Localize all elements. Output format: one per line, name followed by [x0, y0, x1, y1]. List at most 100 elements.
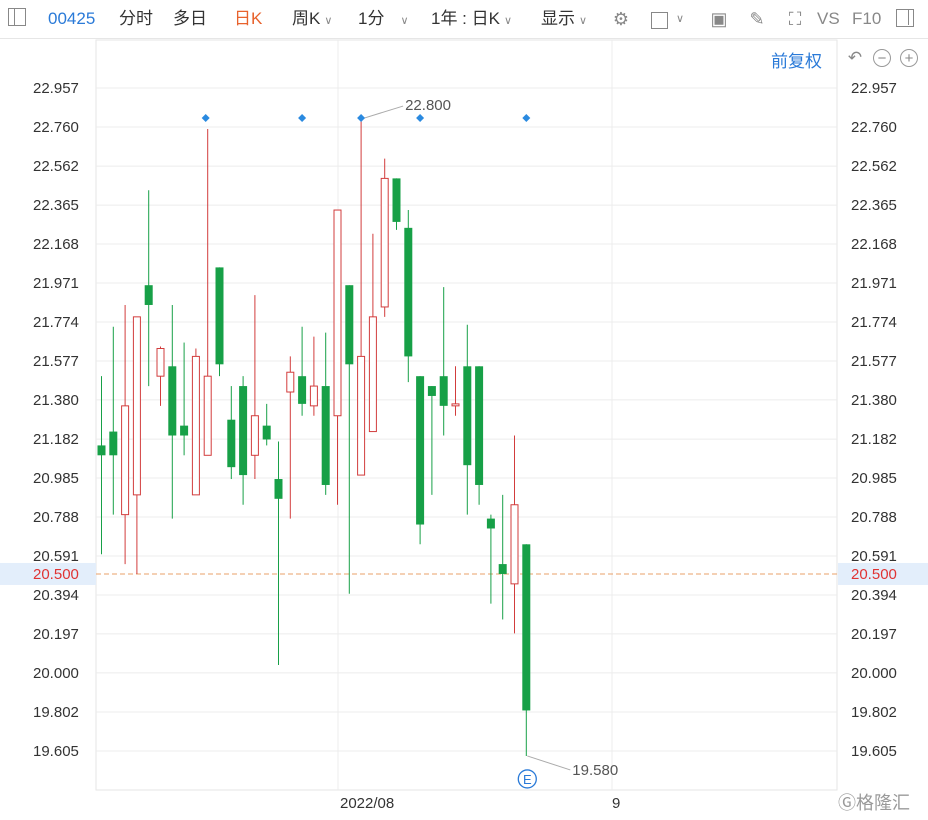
- tab-minute[interactable]: 1分 ∨: [358, 9, 409, 31]
- candle-body-up: [121, 405, 130, 516]
- candlestick-chart[interactable]: 2022/08 9 22.957 22.760 22.562 22.365 22.168 2…: [0, 38, 928, 820]
- annotations: 22.800 19.580 E: [201, 97, 618, 789]
- y-tick-left: 21.971: [33, 275, 79, 292]
- high-leader: [360, 105, 404, 120]
- camera-icon[interactable]: ▣: [708, 8, 730, 30]
- display-menu-label: 显示: [541, 9, 575, 28]
- tab-timeshare[interactable]: 分时: [119, 9, 153, 29]
- y-tick-right: 21.182: [851, 431, 897, 448]
- candle-body-up: [203, 375, 212, 456]
- y-tick-left: 21.182: [33, 431, 79, 448]
- candle-body-down: [168, 366, 177, 436]
- panel-icon[interactable]: [896, 9, 914, 27]
- candle-body-down: [321, 386, 330, 485]
- y-axis-right: 22.957 22.760 22.562 22.365 22.168 21.971 21.7…: [851, 80, 897, 760]
- y-tick-right: 20.985: [851, 470, 897, 487]
- stock-code[interactable]: 00425: [48, 9, 95, 29]
- candle-body-down: [404, 227, 413, 357]
- fullscreen-icon[interactable]: ⛶: [784, 8, 806, 30]
- candle-body-down: [416, 376, 425, 525]
- y-tick-right: 20.788: [851, 509, 897, 526]
- y-tick-left: 21.577: [33, 353, 79, 370]
- y-tick-right: 20.000: [851, 665, 897, 682]
- candle-body-up: [132, 316, 141, 496]
- vs-button[interactable]: VS: [817, 9, 840, 29]
- event-diamond-icon: [522, 114, 531, 122]
- candle-body-down: [498, 564, 507, 574]
- tab-weekly-k[interactable]: 周K ∨: [292, 9, 332, 31]
- y-tick-left: 22.562: [33, 158, 79, 175]
- y-tick-right: 20.394: [851, 587, 897, 604]
- y-tick-right: 22.562: [851, 158, 897, 175]
- event-diamond-icon: [357, 114, 366, 122]
- candles: [97, 119, 531, 756]
- candle-body-down: [262, 425, 271, 440]
- x-label-month: 2022/08: [340, 795, 394, 812]
- candle-body-down: [486, 518, 495, 529]
- low-leader: [527, 755, 571, 771]
- chevron-down-icon: ∨: [579, 15, 588, 27]
- candle-body-up: [309, 385, 318, 407]
- candle-body-down: [427, 386, 436, 396]
- candle-body-up: [333, 209, 342, 417]
- chevron-down-icon: ∨: [324, 15, 333, 27]
- candle-body-down: [475, 366, 484, 485]
- sidebar-icon[interactable]: [8, 8, 26, 26]
- chevron-down-icon[interactable]: ∨: [676, 12, 684, 25]
- tab-weekly-k-label: 周K: [292, 9, 321, 28]
- y-tick-left: 22.168: [33, 236, 79, 253]
- y-tick-left: 22.365: [33, 197, 79, 214]
- gelonghui-watermark: Ⓖ格隆汇: [838, 793, 910, 813]
- candle-body-up: [250, 415, 259, 456]
- y-tick-right: 19.605: [851, 743, 897, 760]
- x-label-day: 9: [612, 795, 620, 812]
- current-price-label-right: 20.500: [851, 566, 897, 583]
- y-tick-right: 22.957: [851, 80, 897, 97]
- gear-icon[interactable]: ⚙: [610, 8, 632, 30]
- tab-multiday[interactable]: 多日: [173, 9, 207, 29]
- y-tick-left: 20.197: [33, 626, 79, 643]
- y-tick-left: 20.985: [33, 470, 79, 487]
- y-tick-left: 20.394: [33, 587, 79, 604]
- candle-body-down: [392, 178, 401, 222]
- candle-body-up: [286, 371, 295, 393]
- candle-body-up: [357, 355, 366, 476]
- event-diamond-icon: [201, 114, 210, 122]
- range-select-label: 1年 : 日K: [431, 9, 500, 28]
- y-tick-left: 21.774: [33, 314, 79, 331]
- tab-daily-k[interactable]: 日K: [234, 9, 262, 29]
- chevron-down-icon: ∨: [400, 15, 409, 27]
- y-tick-right: 21.971: [851, 275, 897, 292]
- square-icon[interactable]: [648, 8, 670, 30]
- candle-body-down: [463, 366, 472, 466]
- f10-button[interactable]: F10: [852, 9, 881, 29]
- y-tick-right: 21.774: [851, 314, 897, 331]
- y-tick-left: 20.591: [33, 548, 79, 565]
- event-diamond-icon: [416, 114, 425, 122]
- candle-body-down: [109, 431, 118, 456]
- chevron-down-icon: ∨: [503, 15, 513, 27]
- display-menu[interactable]: 显示 ∨: [541, 9, 587, 31]
- candle-body-down: [144, 285, 153, 305]
- pen-icon[interactable]: ✎: [746, 8, 768, 30]
- high-annotation: 22.800: [405, 97, 451, 114]
- candle-body-up: [380, 177, 389, 308]
- candle-body-down: [97, 445, 106, 456]
- y-tick-right: 21.380: [851, 392, 897, 409]
- candle-body-down: [274, 479, 283, 499]
- candle-body-up: [368, 316, 377, 433]
- candle-body-down: [298, 376, 307, 404]
- y-axis-left: 22.957 22.760 22.562 22.365 22.168 21.971 21.7…: [33, 80, 79, 760]
- current-price-label-left: 20.500: [33, 566, 79, 583]
- y-tick-right: 21.577: [851, 353, 897, 370]
- y-tick-left: 19.802: [33, 704, 79, 721]
- toolbar: 00425 分时 多日 日K 周K ∨ 1分 ∨ 1年 : 日K ∨ 显示 ∨ ⚙ ∨ …: [0, 0, 928, 39]
- y-tick-left: 22.957: [33, 80, 79, 97]
- y-tick-right: 22.760: [851, 119, 897, 136]
- candle-body-down: [180, 425, 189, 436]
- event-diamond-icon: [298, 114, 307, 122]
- candle-body-up: [191, 355, 200, 496]
- candle-body-up: [156, 347, 165, 377]
- range-select[interactable]: 1年 : 日K ∨: [431, 9, 512, 31]
- y-tick-left: 20.000: [33, 665, 79, 682]
